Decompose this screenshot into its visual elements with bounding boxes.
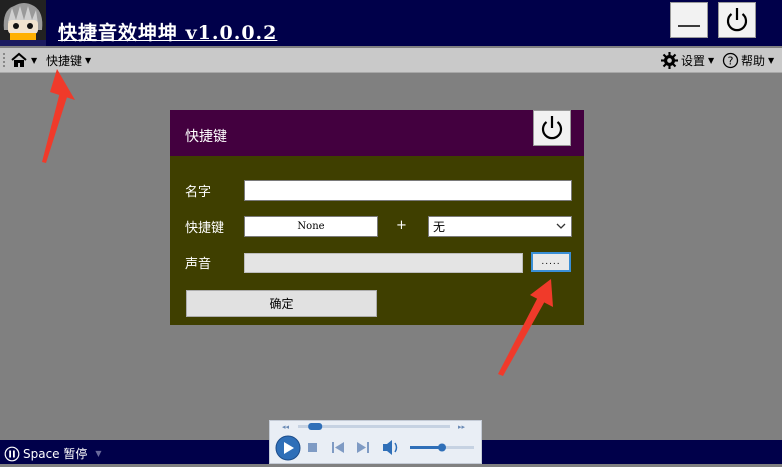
hotkey-input[interactable]: None <box>244 216 378 237</box>
svg-text:?: ? <box>728 54 734 67</box>
help-menu-label: 帮助 <box>741 53 766 68</box>
power-icon <box>541 116 563 140</box>
app-title: 快捷音效坤坤 v1.0.0.2 <box>58 22 278 44</box>
gear-icon <box>661 51 678 69</box>
svg-text:▸▸: ▸▸ <box>458 423 466 431</box>
media-player: ◂◂ ▸▸ <box>269 420 482 464</box>
help-menu[interactable]: ? 帮助 ▼ <box>722 48 774 72</box>
power-button[interactable] <box>718 2 756 38</box>
volume-thumb[interactable] <box>438 443 446 452</box>
settings-menu-label: 设置 <box>681 53 706 68</box>
power-icon <box>726 8 748 32</box>
home-menu[interactable]: ▼ <box>10 48 37 72</box>
chevron-down-icon: ▼ <box>31 55 38 65</box>
dialog-close-button[interactable] <box>533 110 571 146</box>
app-logo <box>0 0 46 46</box>
dialog-title: 快捷键 <box>185 129 227 145</box>
play-button[interactable] <box>275 435 301 461</box>
pause-status-label: Space 暂停 <box>23 447 88 461</box>
plus-sign: + <box>396 218 407 233</box>
chevron-down-icon: ▼ <box>768 55 775 65</box>
annotation-arrow <box>42 69 75 163</box>
title-bar: 快捷音效坤坤 v1.0.0.2 <box>0 0 782 46</box>
key-select-value: 无 <box>433 220 446 234</box>
hotkey-menu[interactable]: 快捷键 ▼ <box>46 48 91 72</box>
seek-thumb[interactable] <box>308 423 323 430</box>
hotkey-label: 快捷键 <box>185 221 225 236</box>
hotkey-dialog: 快捷键 名字 快捷键 None + 无 声音 ..... 确定 <box>170 110 584 325</box>
sound-path-input[interactable] <box>244 253 523 273</box>
hotkey-menu-label: 快捷键 <box>46 53 83 68</box>
key-select[interactable]: 无 <box>428 216 572 237</box>
pause-hotkey-status[interactable]: Space 暂停 ▼ <box>4 445 102 462</box>
name-input[interactable] <box>244 180 572 201</box>
minimize-icon <box>678 25 700 27</box>
settings-menu[interactable]: 设置 ▼ <box>661 48 714 72</box>
ok-button[interactable]: 确定 <box>186 290 377 317</box>
name-label: 名字 <box>185 185 212 200</box>
svg-text:◂◂: ◂◂ <box>282 423 290 431</box>
sound-label: 声音 <box>185 257 212 272</box>
help-icon: ? <box>722 52 739 68</box>
next-button[interactable] <box>357 442 369 453</box>
browse-button[interactable]: ..... <box>531 252 571 272</box>
chevron-down-icon: ▼ <box>95 449 102 458</box>
stop-button[interactable] <box>308 443 317 452</box>
menu-grip <box>2 48 6 72</box>
dialog-header: 快捷键 <box>170 110 584 156</box>
minimize-button[interactable] <box>670 2 708 38</box>
pause-icon <box>4 446 20 461</box>
previous-button[interactable] <box>332 442 344 453</box>
chevron-down-icon: ▼ <box>85 55 92 65</box>
volume-fill <box>410 446 442 449</box>
chevron-down-icon <box>556 223 566 229</box>
menu-bar: ▼ 快捷键 ▼ 设置 ▼ ? 帮助 ▼ <box>0 48 782 73</box>
home-icon <box>11 52 27 67</box>
volume-icon[interactable] <box>383 440 398 455</box>
chevron-down-icon: ▼ <box>708 55 715 65</box>
